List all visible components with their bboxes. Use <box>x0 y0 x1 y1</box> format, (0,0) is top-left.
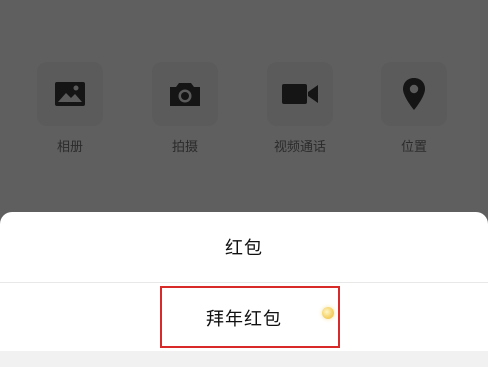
camera-tile[interactable] <box>152 62 218 126</box>
sparkle-icon <box>322 307 334 319</box>
location-tile[interactable] <box>381 62 447 126</box>
camera-icon <box>170 83 200 106</box>
video-call-tile[interactable] <box>267 62 333 126</box>
album-label: 相册 <box>56 140 83 155</box>
video-call-label: 视频通话 <box>273 140 326 155</box>
album-option[interactable]: 相册 <box>30 62 110 155</box>
camera-label: 拍摄 <box>171 140 198 155</box>
album-tile[interactable] <box>37 62 103 126</box>
camera-option[interactable]: 拍摄 <box>145 62 225 155</box>
photo-album-icon <box>55 82 85 106</box>
video-call-option[interactable]: 视频通话 <box>260 62 340 155</box>
location-pin-icon <box>403 78 425 110</box>
new-year-red-packet-option[interactable]: 拜年红包 <box>0 283 488 353</box>
sheet-bottom-gap <box>0 351 488 367</box>
location-option[interactable]: 位置 <box>374 62 454 155</box>
location-label: 位置 <box>400 140 427 155</box>
red-packet-option[interactable]: 红包 <box>0 212 488 282</box>
video-call-icon <box>282 84 318 104</box>
red-packet-action-sheet: 红包 拜年红包 <box>0 212 488 367</box>
attachment-panel: 相册 拍摄 视频通话 位置 <box>0 0 488 215</box>
